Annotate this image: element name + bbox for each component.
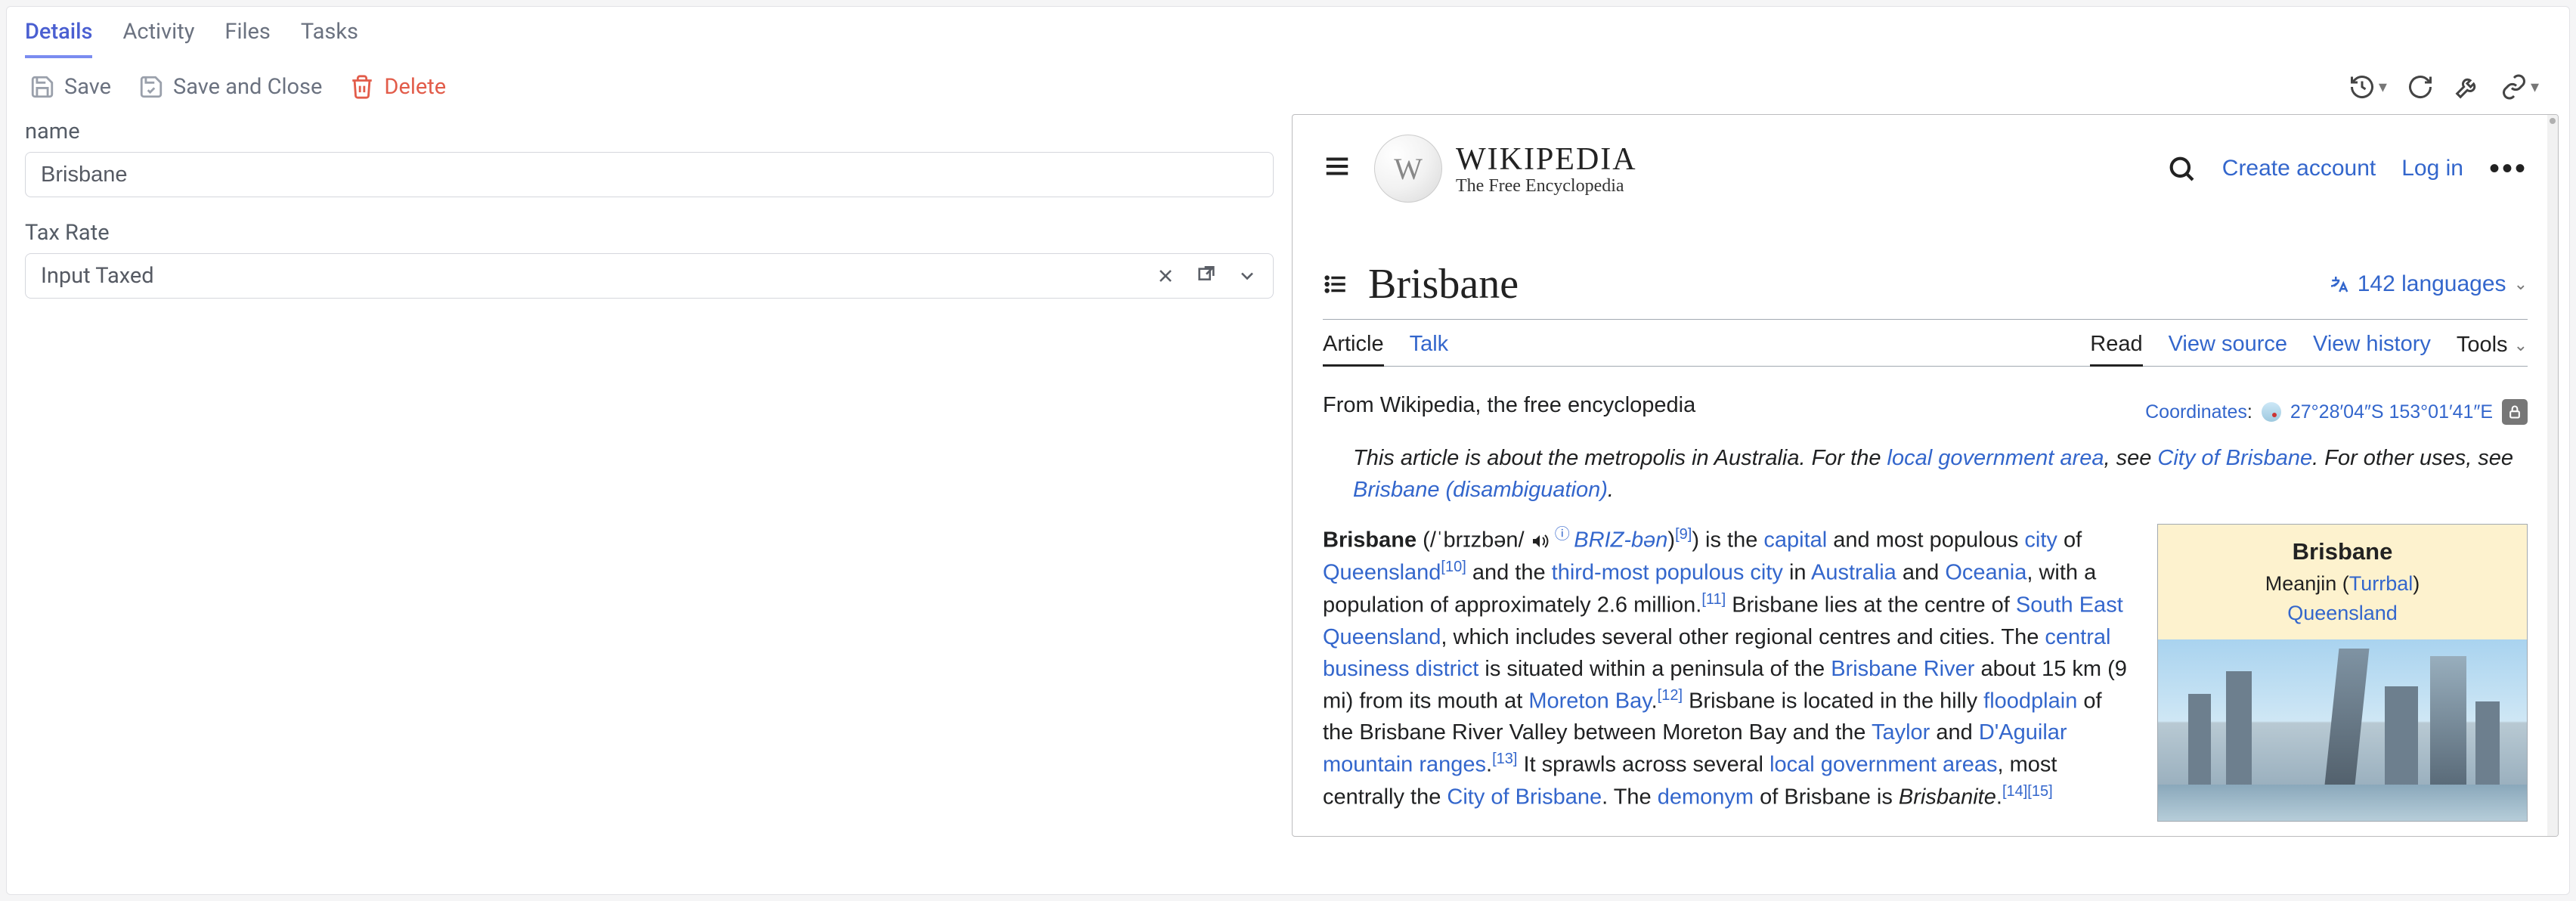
wiki-tab-talk[interactable]: Talk: [1410, 332, 1449, 366]
hatnote: This article is about the metropolis in …: [1323, 441, 2528, 524]
delete-button[interactable]: Delete: [349, 74, 446, 100]
wiki-tools-menu[interactable]: Tools ⌄: [2457, 332, 2528, 366]
toolbar: Save Save and Close Delete ▾: [7, 58, 2569, 114]
tax-label: Tax Rate: [25, 220, 1274, 246]
refresh-icon: [2407, 73, 2434, 101]
history-button[interactable]: ▾: [2348, 73, 2387, 101]
contents-icon[interactable]: [1323, 271, 1348, 297]
infobox: Brisbane Meanjin (Turrbal) Queensland: [2157, 524, 2528, 821]
chevron-down-icon: ⌄: [2514, 336, 2528, 355]
wiki-preview-panel: WIKIPEDIA The Free Encyclopedia Create a…: [1292, 114, 2559, 837]
wikipedia-logo[interactable]: WIKIPEDIA The Free Encyclopedia: [1374, 135, 1637, 203]
ref-14[interactable]: [14]: [2002, 783, 2027, 800]
tax-rate-value: Input Taxed: [41, 263, 154, 289]
name-field[interactable]: [25, 152, 1274, 197]
link-icon: [2500, 73, 2528, 101]
wiki-tab-view-history[interactable]: View history: [2313, 332, 2431, 366]
hatnote-cob-link[interactable]: City of Brisbane: [2157, 446, 2312, 470]
wrench-icon: [2454, 73, 2481, 101]
second-paragraph: Aboriginal groups claiming traditional o…: [1323, 834, 2528, 836]
hatnote-lga-link[interactable]: local government area: [1887, 446, 2104, 470]
ref-10[interactable]: [10]: [1441, 559, 1466, 575]
log-in-link[interactable]: Log in: [2401, 156, 2463, 181]
save-close-button[interactable]: Save and Close: [138, 74, 322, 100]
name-label: name: [25, 119, 1274, 144]
wiki-tab-view-source[interactable]: View source: [2169, 332, 2287, 366]
save-close-icon: [138, 74, 164, 100]
protection-lock-icon[interactable]: [2502, 399, 2528, 425]
tab-activity[interactable]: Activity: [122, 19, 194, 58]
wikipedia-globe-icon: [1374, 135, 1442, 203]
history-icon: [2348, 73, 2376, 101]
infobox-sub1: Meanjin (Turrbal): [2166, 569, 2519, 599]
name-input[interactable]: [41, 163, 1258, 187]
tab-details[interactable]: Details: [25, 19, 92, 58]
tool-button[interactable]: [2454, 73, 2481, 101]
refresh-button[interactable]: [2407, 73, 2434, 101]
wiki-tagline: The Free Encyclopedia: [1456, 176, 1637, 197]
save-button[interactable]: Save: [29, 74, 111, 100]
record-tabs: Details Activity Files Tasks: [7, 7, 2569, 58]
chevron-down-icon: ▾: [2379, 78, 2387, 97]
trash-icon: [349, 74, 375, 100]
ref-15[interactable]: [15]: [2027, 783, 2052, 800]
translate-icon: [2327, 273, 2350, 296]
ref-11[interactable]: [11]: [1701, 591, 1726, 608]
infobox-queensland-link[interactable]: Queensland: [2287, 602, 2398, 624]
infobox-turrbal-link[interactable]: Turrbal: [2349, 572, 2413, 595]
link-button[interactable]: ▾: [2500, 73, 2539, 101]
wiki-tab-article[interactable]: Article: [1323, 332, 1384, 367]
ref-12[interactable]: [12]: [1658, 687, 1683, 704]
language-selector[interactable]: 142 languages ⌄: [2327, 271, 2528, 297]
create-account-link[interactable]: Create account: [2222, 156, 2376, 181]
coordinates-value[interactable]: 27°28′04″S 153°01′41″E: [2290, 398, 2493, 426]
audio-icon[interactable]: [1531, 532, 1549, 550]
chevron-down-icon[interactable]: [1237, 265, 1258, 286]
clear-icon[interactable]: [1155, 265, 1176, 286]
ref-13[interactable]: [13]: [1492, 751, 1517, 767]
scrollbar[interactable]: [2547, 115, 2558, 836]
globe-marker-icon: [2262, 402, 2281, 422]
wiki-site-name: WIKIPEDIA: [1456, 141, 1637, 178]
save-icon: [29, 74, 55, 100]
ipa-info-icon[interactable]: ⓘ: [1555, 526, 1574, 543]
search-icon[interactable]: [2166, 153, 2197, 184]
article-title: Brisbane: [1368, 260, 1519, 308]
infobox-skyline-image[interactable]: [2158, 639, 2527, 821]
wiki-tab-read[interactable]: Read: [2090, 332, 2142, 367]
tab-files[interactable]: Files: [224, 19, 270, 58]
chevron-down-icon: ⌄: [2514, 274, 2528, 294]
chevron-down-icon: ▾: [2531, 78, 2539, 97]
tab-tasks[interactable]: Tasks: [301, 19, 358, 58]
infobox-title: Brisbane: [2166, 535, 2519, 569]
hamburger-icon[interactable]: [1323, 152, 1351, 186]
hatnote-dab-link[interactable]: Brisbane (disambiguation): [1353, 478, 1608, 502]
tax-rate-combo[interactable]: Input Taxed: [25, 253, 1274, 299]
open-external-icon[interactable]: [1196, 265, 1217, 286]
ref-9[interactable]: [9]: [1675, 526, 1692, 543]
coordinates-label[interactable]: Coordinates: [2145, 401, 2247, 423]
form-panel: name Tax Rate Input Taxed: [7, 114, 1292, 894]
